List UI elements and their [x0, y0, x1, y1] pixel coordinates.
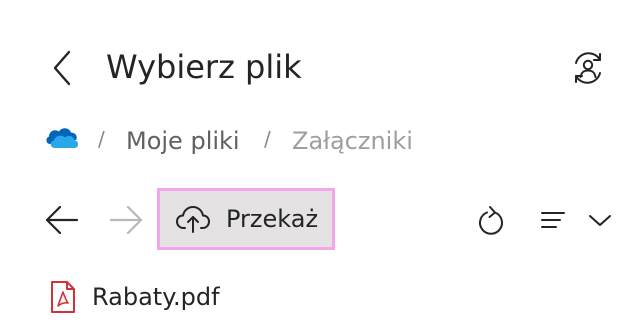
- arrow-left-icon: [45, 205, 79, 235]
- arrow-right-icon: [109, 205, 143, 235]
- onedrive-cloud-icon: [46, 128, 79, 148]
- upload-button[interactable]: Przekaż: [157, 188, 335, 250]
- account-switch-icon: [575, 52, 601, 84]
- refresh-icon: [479, 206, 503, 235]
- onedrive-root[interactable]: [44, 124, 80, 152]
- upload-button-label: Przekaż: [226, 205, 319, 233]
- page-title: Wybierz plik: [106, 48, 302, 86]
- navigate-forward-button[interactable]: [104, 198, 148, 242]
- file-row[interactable]: Rabaty.pdf: [44, 272, 604, 322]
- view-options-button[interactable]: [538, 200, 614, 240]
- refresh-button[interactable]: [470, 200, 512, 242]
- breadcrumb-separator: /: [264, 127, 271, 151]
- back-button[interactable]: [40, 44, 84, 92]
- breadcrumb-separator: /: [98, 127, 105, 151]
- file-name: Rabaty.pdf: [92, 283, 220, 311]
- breadcrumb-item-zalaczniki: Załączniki: [292, 127, 413, 155]
- cloud-upload-icon: [175, 204, 211, 234]
- account-switch-button[interactable]: [566, 46, 610, 90]
- chevron-left-icon: [53, 50, 71, 86]
- chevron-down-icon: [589, 215, 611, 226]
- list-view-icon: [541, 212, 565, 228]
- navigate-back-button[interactable]: [40, 198, 84, 242]
- pdf-file-icon: [48, 280, 78, 314]
- breadcrumb-item-moje-pliki[interactable]: Moje pliki: [126, 124, 240, 158]
